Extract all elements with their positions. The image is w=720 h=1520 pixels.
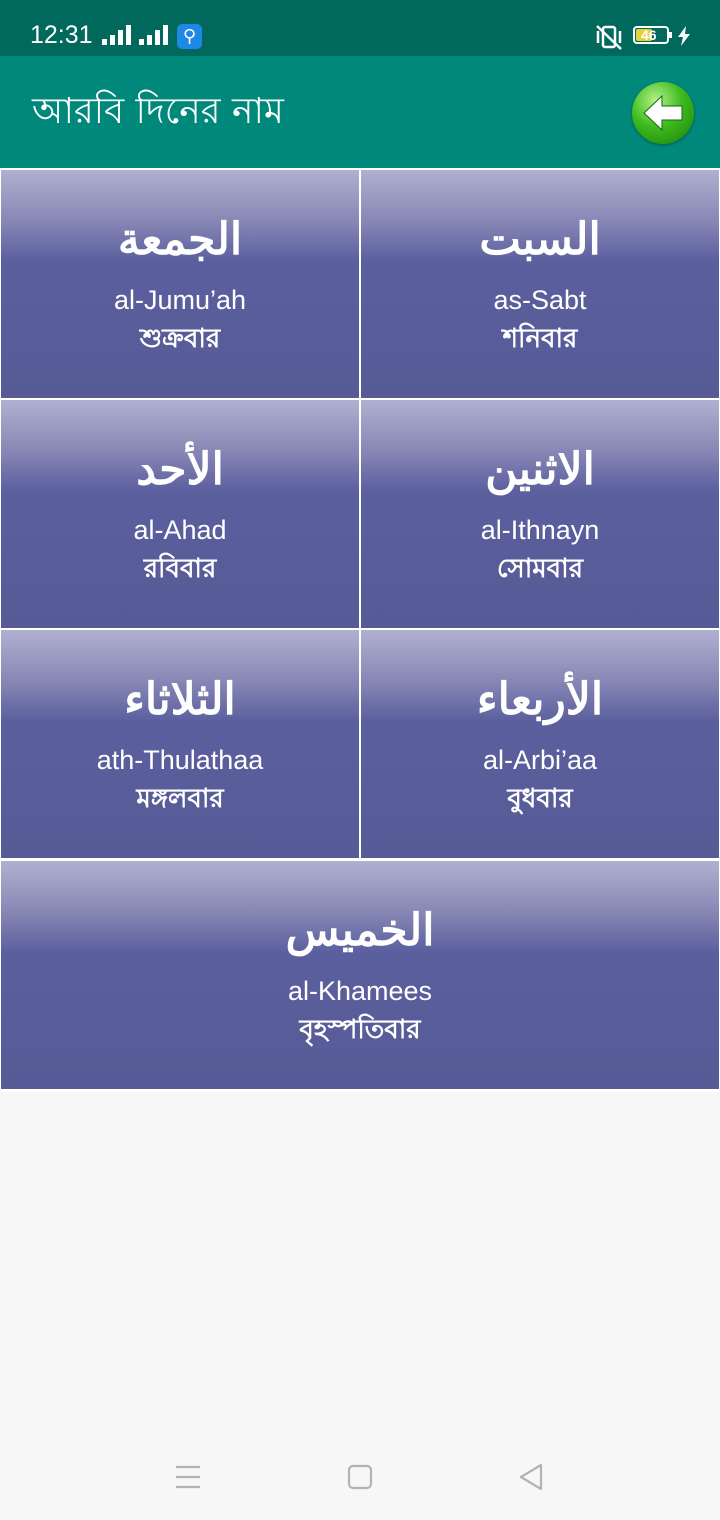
day-tile-tuesday[interactable]: الثلاثاء ath-Thulathaa মঙ্গলবার xyxy=(1,630,359,858)
transliteration: ath-Thulathaa xyxy=(96,745,264,775)
bangla-name: রবিবার xyxy=(143,554,217,584)
arabic-name: الثلاثاء xyxy=(124,674,236,725)
transliteration: as-Sabt xyxy=(493,285,587,315)
system-nav-bar xyxy=(0,1440,720,1520)
signal-icon xyxy=(102,25,131,45)
day-tile-friday[interactable]: الجمعة al-Jumu’ah শুক্রবার xyxy=(1,170,359,398)
arabic-name: الخميس xyxy=(285,905,435,956)
bangla-name: মঙ্গলবার xyxy=(136,784,224,814)
home-icon[interactable] xyxy=(346,1463,374,1491)
battery-icon: 46 xyxy=(633,26,672,44)
back-icon[interactable] xyxy=(517,1462,545,1492)
arabic-name: السبت xyxy=(479,214,601,265)
transliteration: al-Ahad xyxy=(133,515,227,545)
vibrate-icon xyxy=(596,25,622,50)
bangla-name: শনিবার xyxy=(502,324,578,354)
app-bar: আরবি দিনের নাম xyxy=(0,56,720,168)
transliteration: al-Khamees xyxy=(287,976,433,1006)
arabic-name: الاثنين xyxy=(485,444,595,495)
day-tile-saturday[interactable]: السبت as-Sabt শনিবার xyxy=(361,170,719,398)
menu-icon[interactable] xyxy=(174,1463,202,1491)
day-tile-sunday[interactable]: الأحد al-Ahad রবিবার xyxy=(1,400,359,628)
transliteration: al-Arbi’aa xyxy=(482,745,598,775)
bangla-name: শুক্রবার xyxy=(139,324,221,354)
usb-debug-icon: ⚲ xyxy=(177,24,202,49)
transliteration: al-Ithnayn xyxy=(480,515,600,545)
bangla-name: বুধবার xyxy=(507,784,573,814)
battery-level: 46 xyxy=(641,27,657,43)
status-bar: 12:31 ⚲ 46 xyxy=(0,0,720,56)
bangla-name: বৃহস্পতিবার xyxy=(299,1015,421,1045)
signal-icon xyxy=(139,25,168,45)
arabic-name: الأحد xyxy=(136,444,224,495)
page-title: আরবি দিনের নাম xyxy=(32,91,284,132)
back-button[interactable] xyxy=(632,82,694,144)
transliteration: al-Jumu’ah xyxy=(113,285,247,315)
day-tile-monday[interactable]: الاثنين al-Ithnayn সোমবার xyxy=(361,400,719,628)
charging-bolt-icon xyxy=(678,26,690,46)
arabic-name: الأربعاء xyxy=(476,674,604,725)
day-grid: الجمعة al-Jumu’ah শুক্রবার السبت as-Sabt… xyxy=(0,168,720,1092)
day-tile-thursday[interactable]: الخميس al-Khamees বৃহস্পতিবার xyxy=(1,861,719,1089)
arabic-name: الجمعة xyxy=(117,214,243,265)
status-time: 12:31 xyxy=(30,21,93,49)
bangla-name: সোমবার xyxy=(496,554,583,584)
arrow-left-icon xyxy=(643,94,683,132)
day-tile-wednesday[interactable]: الأربعاء al-Arbi’aa বুধবার xyxy=(361,630,719,858)
